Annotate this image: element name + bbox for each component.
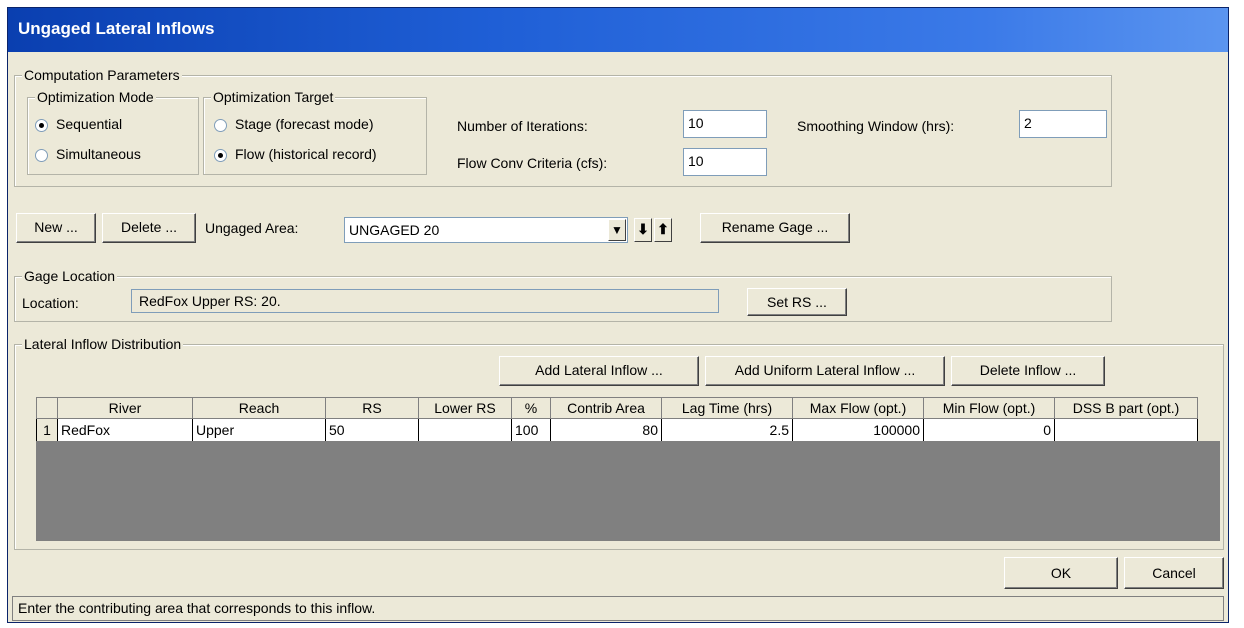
lateral-inflow-table: River Reach RS Lower RS % Contrib Area L… [36, 397, 1198, 442]
gage-location-legend: Gage Location [22, 268, 118, 284]
chevron-down-icon[interactable]: ▼ [608, 219, 626, 241]
flow-historical-radio[interactable] [214, 149, 227, 162]
cell-contrib-area[interactable]: 80 [550, 418, 662, 442]
location-value: RedFox Upper RS: 20. [131, 289, 719, 313]
table-row[interactable]: 1 RedFox Upper 50 100 80 2.5 100000 0 [36, 418, 1198, 442]
cell-min-flow[interactable]: 0 [923, 418, 1055, 442]
stage-forecast-label[interactable]: Stage (forecast mode) [235, 116, 374, 132]
flow-conv-input[interactable]: 10 [683, 148, 767, 176]
column-header-rs[interactable]: RS [325, 397, 419, 419]
delete-button[interactable]: Delete ... [102, 213, 196, 243]
ungaged-area-label: Ungaged Area: [205, 220, 299, 236]
simultaneous-radio[interactable] [35, 149, 48, 162]
cell-lag-time[interactable]: 2.5 [661, 418, 793, 442]
computation-parameters-group: Computation Parameters Optimization Mode… [14, 67, 1112, 187]
ok-button[interactable]: OK [1004, 557, 1118, 589]
cell-reach[interactable]: Upper [192, 418, 326, 442]
add-lateral-inflow-button[interactable]: Add Lateral Inflow ... [499, 356, 699, 386]
lateral-inflow-legend: Lateral Inflow Distribution [22, 336, 184, 352]
ungaged-lateral-inflows-window: Ungaged Lateral Inflows Computation Para… [7, 7, 1229, 623]
window-title: Ungaged Lateral Inflows [18, 19, 215, 38]
row-number: 1 [36, 418, 58, 442]
cell-percent[interactable]: 100 [511, 418, 551, 442]
cancel-button[interactable]: Cancel [1124, 557, 1224, 589]
move-down-arrow-icon[interactable]: ⬇ [634, 218, 652, 242]
gage-location-group: Gage Location Location: RedFox Upper RS:… [14, 268, 1112, 322]
optimization-target-legend: Optimization Target [211, 89, 336, 105]
simultaneous-label[interactable]: Simultaneous [56, 146, 141, 162]
add-uniform-lateral-inflow-button[interactable]: Add Uniform Lateral Inflow ... [705, 356, 945, 386]
ungaged-area-select[interactable]: UNGAGED 20 ▼ [344, 217, 628, 243]
column-header-lag-time[interactable]: Lag Time (hrs) [661, 397, 793, 419]
optimization-mode-legend: Optimization Mode [35, 89, 156, 105]
computation-parameters-legend: Computation Parameters [22, 67, 182, 83]
location-label: Location: [22, 295, 79, 311]
flow-conv-label: Flow Conv Criteria (cfs): [457, 155, 608, 171]
column-header-dss-b-part[interactable]: DSS B part (opt.) [1054, 397, 1198, 419]
optimization-target-group: Optimization Target Stage (forecast mode… [203, 89, 427, 175]
row-number-header [36, 397, 58, 419]
column-header-lower-rs[interactable]: Lower RS [418, 397, 512, 419]
new-button[interactable]: New ... [16, 213, 96, 243]
column-header-contrib-area[interactable]: Contrib Area [550, 397, 662, 419]
column-header-min-flow[interactable]: Min Flow (opt.) [923, 397, 1055, 419]
flow-historical-label[interactable]: Flow (historical record) [235, 146, 377, 162]
column-header-percent[interactable]: % [511, 397, 551, 419]
set-rs-button[interactable]: Set RS ... [747, 288, 847, 316]
iterations-input[interactable]: 10 [683, 110, 767, 138]
column-header-max-flow[interactable]: Max Flow (opt.) [792, 397, 924, 419]
delete-inflow-button[interactable]: Delete Inflow ... [951, 356, 1105, 386]
iterations-label: Number of Iterations: [457, 118, 588, 134]
sequential-radio[interactable] [35, 119, 48, 132]
cell-rs[interactable]: 50 [325, 418, 419, 442]
cell-max-flow[interactable]: 100000 [792, 418, 924, 442]
rename-gage-button[interactable]: Rename Gage ... [700, 213, 850, 243]
move-up-arrow-icon[interactable]: ⬆ [654, 218, 672, 242]
stage-forecast-radio[interactable] [214, 119, 227, 132]
title-bar[interactable]: Ungaged Lateral Inflows [8, 8, 1228, 52]
optimization-mode-group: Optimization Mode Sequential Simultaneou… [27, 89, 199, 175]
smoothing-input[interactable]: 2 [1019, 110, 1107, 138]
sequential-label[interactable]: Sequential [56, 116, 122, 132]
column-header-river[interactable]: River [57, 397, 193, 419]
table-header-row: River Reach RS Lower RS % Contrib Area L… [36, 397, 1198, 419]
table-empty-area [36, 441, 1220, 541]
cell-lower-rs[interactable] [418, 418, 512, 442]
ungaged-area-value: UNGAGED 20 [349, 222, 440, 238]
status-bar: Enter the contributing area that corresp… [12, 596, 1224, 621]
cell-river[interactable]: RedFox [57, 418, 193, 442]
cell-dss-b-part[interactable] [1054, 418, 1198, 442]
column-header-reach[interactable]: Reach [192, 397, 326, 419]
smoothing-label: Smoothing Window (hrs): [797, 118, 955, 134]
